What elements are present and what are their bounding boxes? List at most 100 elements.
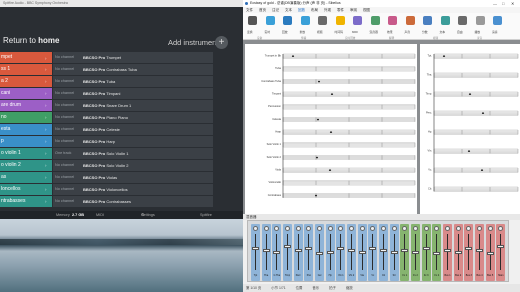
volume-fader[interactable] — [294, 248, 302, 252]
instrument-row[interactable]: o violin 2 › No channel BBCSO Pro Solo Viol… — [0, 159, 243, 172]
menu-tab[interactable]: 审阅 — [350, 8, 357, 12]
pan-knob[interactable] — [295, 226, 301, 231]
volume-fader[interactable] — [486, 252, 494, 256]
volume-fader[interactable] — [476, 248, 483, 252]
ribbon-button[interactable] — [283, 16, 292, 25]
midi-channel[interactable]: No channel — [55, 76, 74, 87]
menu-tab[interactable]: 文本 — [285, 8, 292, 12]
instrument-row[interactable]: cani›No channelBBCSO Pro Timpani› — [0, 87, 243, 100]
pan-knob[interactable] — [498, 226, 504, 231]
ribbon-button[interactable] — [300, 16, 310, 25]
instrument-row[interactable]: p›No channelBBCSO Pro Harp› — [0, 135, 243, 148]
ribbon-button[interactable] — [423, 16, 432, 25]
ribbon-button[interactable] — [440, 16, 450, 25]
ribbon-button[interactable] — [265, 16, 275, 25]
volume-fader[interactable] — [273, 250, 281, 254]
pan-knob[interactable] — [317, 226, 322, 231]
volume-fader[interactable] — [305, 246, 313, 250]
midi-channel[interactable]: No channel — [55, 100, 74, 111]
menu-tab[interactable]: 注记 — [272, 8, 279, 12]
volume-fader[interactable] — [326, 250, 334, 254]
pan-knob[interactable] — [413, 226, 418, 231]
volume-fader[interactable] — [454, 250, 462, 254]
instrument-row[interactable]: loncellos › No channel BBCSO Pro Violoncell… — [0, 183, 243, 196]
volume-fader[interactable] — [262, 248, 270, 252]
pan-knob[interactable] — [455, 226, 461, 231]
maximize-button[interactable]: □ — [502, 0, 504, 7]
pan-knob[interactable] — [381, 226, 386, 231]
ribbon-button[interactable] — [318, 16, 327, 25]
pan-knob[interactable] — [306, 226, 312, 231]
menu-tab[interactable]: 外观 — [324, 8, 331, 12]
midi-channel[interactable]: No channel — [55, 184, 74, 195]
pan-knob[interactable] — [423, 226, 429, 231]
volume-fader[interactable] — [422, 246, 430, 250]
pan-knob[interactable] — [445, 226, 450, 231]
ribbon-button[interactable] — [493, 16, 502, 25]
volume-fader[interactable] — [358, 250, 366, 254]
volume-fader[interactable] — [316, 252, 323, 256]
instrument-row[interactable]: a 2›No channelBBCSO Pro Tuba› — [0, 75, 243, 88]
pan-knob[interactable] — [338, 226, 344, 231]
pan-knob[interactable] — [253, 226, 258, 231]
midi-channel[interactable]: No channel — [55, 64, 74, 75]
instrument-row[interactable]: as›No channelBBCSO Pro Violas› — [0, 171, 243, 184]
midi-channel[interactable]: No channel — [55, 136, 74, 147]
volume-fader[interactable] — [401, 248, 409, 252]
pan-knob[interactable] — [391, 226, 397, 231]
plus-icon[interactable]: + — [215, 36, 228, 49]
pan-knob[interactable] — [434, 226, 440, 231]
add-instrument-button[interactable]: Add instrument — [168, 38, 218, 47]
volume-fader[interactable] — [369, 246, 377, 250]
midi-channel[interactable]: No channel — [55, 112, 74, 123]
volume-fader[interactable] — [497, 245, 505, 249]
ribbon-button[interactable] — [405, 16, 415, 25]
ribbon-button[interactable] — [388, 16, 397, 25]
volume-fader[interactable] — [433, 252, 441, 256]
volume-fader[interactable] — [380, 248, 387, 252]
return-home-button[interactable]: Return to home — [3, 36, 59, 45]
instrument-row[interactable]: are drum › No channel BBCSO Pro Snare Drum … — [0, 99, 243, 112]
volume-fader[interactable] — [465, 246, 473, 250]
pan-knob[interactable] — [349, 226, 354, 231]
menu-tab[interactable]: 文件 — [246, 8, 253, 12]
pan-knob[interactable] — [285, 226, 290, 231]
volume-fader[interactable] — [284, 245, 291, 249]
midi-channel[interactable]: No channel — [55, 196, 74, 207]
ribbon-button[interactable] — [475, 16, 485, 25]
midi-channel[interactable]: No channel — [55, 172, 74, 183]
close-button[interactable]: ✕ — [511, 0, 514, 7]
volume-fader[interactable] — [348, 248, 355, 252]
menu-tab[interactable]: 零件 — [337, 8, 344, 12]
midi-channel[interactable]: No channel — [55, 88, 74, 99]
menu-tab[interactable]: 布局 — [311, 8, 318, 12]
ribbon-button[interactable] — [458, 16, 467, 25]
pan-knob[interactable] — [263, 226, 269, 231]
pan-knob[interactable] — [487, 226, 493, 231]
midi-channel[interactable]: No channel — [55, 160, 74, 171]
pan-knob[interactable] — [466, 226, 472, 231]
pan-knob[interactable] — [477, 226, 482, 231]
ribbon-button[interactable] — [353, 16, 362, 25]
pan-knob[interactable] — [359, 226, 365, 231]
pan-knob[interactable] — [370, 226, 376, 231]
midi-channel[interactable]: No channel — [55, 124, 74, 135]
menu-tab[interactable]: 首页 — [259, 8, 266, 12]
volume-fader[interactable] — [444, 248, 451, 252]
instrument-row[interactable]: esta›No channelBBCSO Pro Celeste› — [0, 123, 243, 136]
pan-knob[interactable] — [327, 226, 333, 231]
ribbon-button[interactable] — [248, 16, 257, 25]
score-view[interactable]: Trumpet in Bb Tuba Contrabass Tuba Timpani P… — [243, 40, 520, 214]
volume-fader[interactable] — [252, 246, 259, 250]
volume-fader[interactable] — [412, 250, 419, 254]
menu-tab[interactable]: 回放 — [298, 8, 305, 12]
instrument-row[interactable]: no›No channelBBCSO Pro Piano Piano› — [0, 111, 243, 124]
pan-knob[interactable] — [274, 226, 280, 231]
ribbon-button[interactable] — [370, 16, 380, 25]
instrument-row[interactable]: ss 1 › No channel BBCSO Pro Contrabass Tuba… — [0, 63, 243, 76]
pan-knob[interactable] — [402, 226, 408, 231]
volume-fader[interactable] — [390, 250, 398, 254]
volume-fader[interactable] — [337, 246, 345, 250]
instrument-row[interactable]: mpet›No channelBBCSO Pro Trumpet› — [0, 52, 243, 64]
minimize-button[interactable]: — — [493, 0, 497, 7]
